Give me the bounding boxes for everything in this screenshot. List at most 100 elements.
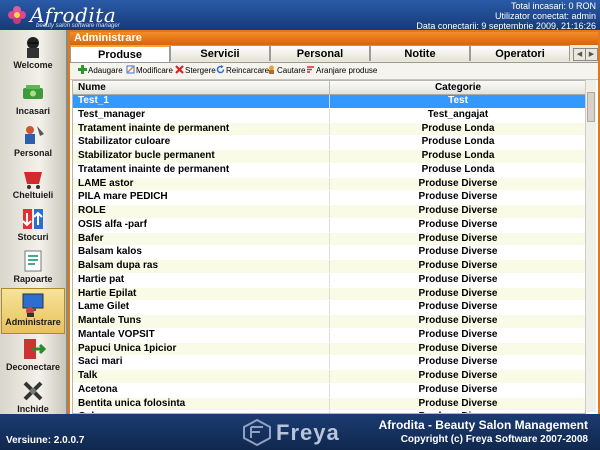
reload-icon [216,65,225,74]
add-icon [78,65,87,74]
session-info: Total incasari: 0 RON Utilizator conecta… [416,1,596,31]
sidebar-item-label: Incasari [15,106,51,116]
table-body: Test_1 Test Test_manager Test_angajat Tratam… [73,95,585,413]
reload-button[interactable]: Reincarcare [216,65,269,77]
cell-category: Produse Diverse [329,342,585,356]
table-row[interactable]: PILA mare PEDICH Produse Diverse [73,191,585,205]
table-row[interactable]: Talk Produse Diverse [73,370,585,384]
sidebar-item-deconectare[interactable]: Deconectare [2,334,64,378]
credits: Afrodita - Beauty Salon Management Copyr… [379,418,588,445]
table-row[interactable]: Test_manager Test_angajat [73,108,585,123]
sidebar-item-welcome[interactable]: Welcome [2,32,64,76]
table-row[interactable]: Lame Gilet Produse Diverse [73,301,585,315]
cell-category: Produse Diverse [329,260,585,273]
cell-category: Produse Diverse [329,356,585,369]
vertical-scrollbar[interactable] [585,80,596,412]
cell-category: Produse Diverse [329,315,585,328]
table-row[interactable]: Bafer Produse Diverse [73,232,585,247]
search-button[interactable]: Cautare [267,65,305,77]
toolbar: Adaugare Modificare Stergere Reincarcare… [70,63,598,80]
table-row[interactable]: Mantale Tuns Produse Diverse [73,315,585,329]
delete-button-label: Stergere [185,66,216,75]
table-row[interactable]: Balsam kalos Produse Diverse [73,246,585,260]
title-bar: Afrodita beauty salon software manager T… [0,0,600,31]
add-button[interactable]: Adaugare [78,65,123,77]
tab-bar: Produse Servicii Personal Notite Operato… [70,45,598,63]
admin-panel: Administrare Produse Servicii Personal N… [68,30,600,418]
tab-servicii[interactable]: Servicii [170,45,270,61]
cell-name: Papuci Unica 1picior [78,342,177,354]
sidebar-item-rapoarte[interactable]: Rapoarte [2,246,64,290]
table-row[interactable]: Stabilizator culoare Produse Londa [73,136,585,150]
sidebar-item-label: Stocuri [17,232,49,242]
product-name: Afrodita - Beauty Salon Management [378,418,588,432]
tab-personal[interactable]: Personal [270,45,370,61]
logout-icon [24,339,46,359]
edit-button[interactable]: Modificare [126,65,173,77]
table-row[interactable]: OSIS alfa -parf Produse Diverse [73,218,585,233]
cell-name: Balsam dupa ras [78,260,159,271]
delete-icon [175,65,184,74]
cell-name: Hartie pat [78,273,125,285]
reports-icon [24,250,42,272]
cell-category: Produse Diverse [329,232,585,246]
staff-icon [25,126,44,144]
stock-icon [22,209,43,229]
arrange-button-label: Aranjare produse [316,66,378,75]
cell-category: Produse Londa [329,163,585,177]
cell-name: Hartie Epilat [78,287,137,299]
table-row[interactable]: LAME astor Produse Diverse [73,177,585,192]
table-row[interactable]: Test_1 Test [73,95,585,109]
sidebar-item-label: Rapoarte [13,274,53,284]
sidebar-item-cheltuieli[interactable]: Cheltuieli [2,162,64,206]
cell-category: Produse Diverse [329,328,585,342]
cell-name: Mantale VOPSIT [78,328,155,340]
sidebar-item-incasari[interactable]: Incasari [2,78,64,122]
tab-scroll-right-icon[interactable]: ▶ [585,48,598,61]
tab-produse[interactable]: Produse [70,45,170,62]
cell-category: Produse Diverse [329,287,585,301]
table-row[interactable]: Hartie pat Produse Diverse [73,273,585,288]
column-header-category[interactable]: Categorie [329,81,585,94]
sidebar-item-personal[interactable]: Personal [2,120,64,164]
sidebar-item-label: Cheltuieli [12,190,54,200]
table-row[interactable]: Acetona Produse Diverse [73,383,585,398]
cell-category: Produse Londa [329,150,585,163]
sidebar-item-label: Inchide [17,404,49,414]
cell-name: OSIS alfa -parf [78,218,147,230]
products-table: Nume Categorie Test_1 Test Test_manager Tes… [72,80,586,414]
cell-category: Produse Diverse [329,218,585,232]
column-header-name[interactable]: Nume [78,81,106,94]
table-row[interactable]: Mantale VOPSIT Produse Diverse [73,328,585,343]
delete-button[interactable]: Stergere [175,65,216,77]
sidebar-item-administrare[interactable]: Administrare [1,288,65,334]
panel-title: Administrare [70,32,598,45]
search-icon [269,65,274,74]
table-row[interactable]: Bentita unica folosinta Produse Diverse [73,397,585,412]
tab-operatori[interactable]: Operatori [470,45,570,61]
edit-button-label: Modificare [136,66,173,75]
edit-icon [126,65,135,74]
sidebar-item-stocuri[interactable]: Stocuri [2,204,64,248]
table-row[interactable]: Hartie Epilat Produse Diverse [73,287,585,302]
table-row[interactable]: Balsam dupa ras Produse Diverse [73,260,585,274]
arrange-products-button[interactable]: Aranjare produse [306,65,377,77]
sidebar-item-label: Deconectare [5,362,61,372]
table-header: Nume Categorie [73,81,585,95]
cell-name: Test_manager [78,108,146,120]
cell-category: Produse Londa [329,136,585,149]
tab-notite[interactable]: Notite [370,45,470,61]
table-row[interactable]: Papuci Unica 1picior Produse Diverse [73,342,585,357]
cell-name: Tratament inainte de permanent [78,163,230,175]
cell-category: Produse Diverse [329,301,585,314]
sidebar-item-label: Administrare [5,317,61,327]
scrollbar-thumb[interactable] [587,92,595,122]
table-row[interactable]: Stabilizator bucle permanent Produse Lond… [73,150,585,164]
cell-category: Produse Diverse [329,191,585,204]
sidebar-item-label: Welcome [13,60,53,70]
table-row[interactable]: ROLE Produse Diverse [73,205,585,219]
table-row[interactable]: Tratament inainte de permanent Produse Lo… [73,122,585,137]
close-icon [23,381,43,401]
table-row[interactable]: Saci mari Produse Diverse [73,356,585,370]
table-row[interactable]: Tratament inainte de permanent Produse Lo… [73,163,585,178]
